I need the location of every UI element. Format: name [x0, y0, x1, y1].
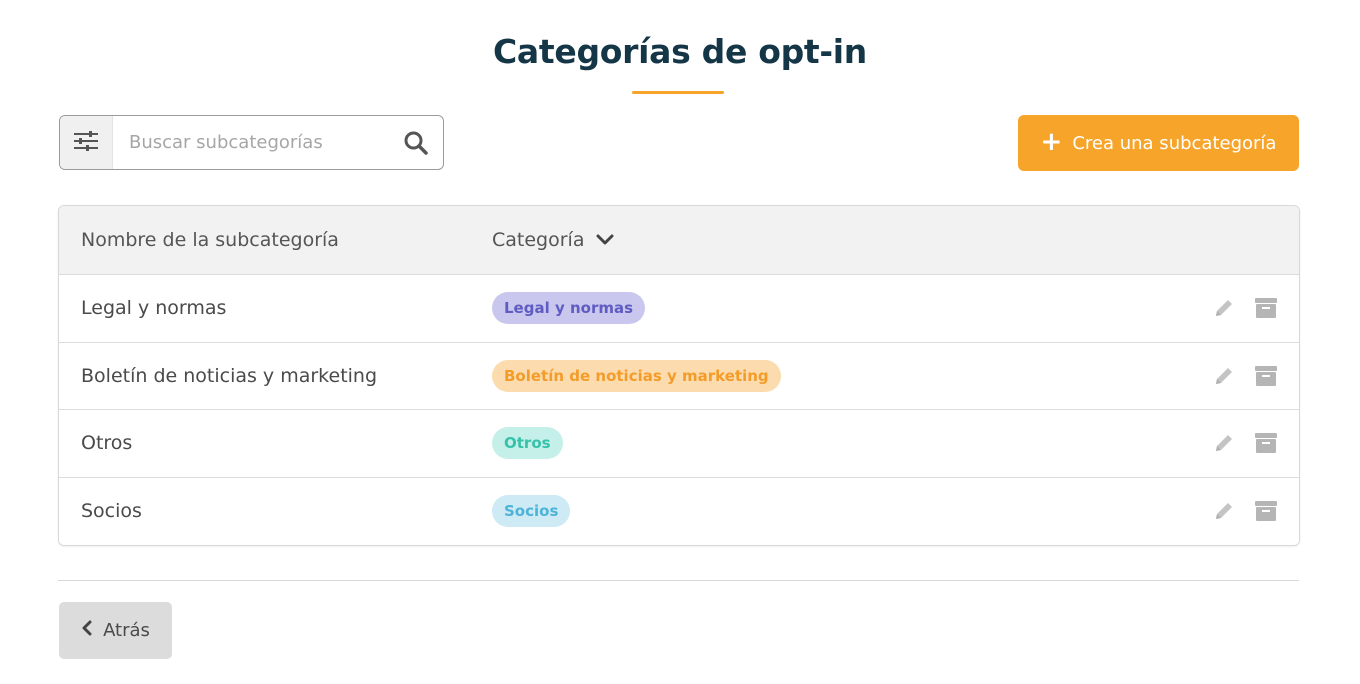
title-underline — [632, 91, 724, 94]
subcategories-table: Nombre de la subcategoría Categoría Lega… — [58, 205, 1300, 546]
archive-icon[interactable] — [1255, 365, 1277, 386]
pencil-icon[interactable] — [1213, 297, 1235, 319]
search-input[interactable] — [113, 116, 389, 169]
subcategory-name: Socios — [81, 500, 142, 523]
column-header-category[interactable]: Categoría — [492, 229, 1189, 251]
search-box — [59, 115, 444, 170]
category-badge: Legal y normas — [492, 292, 646, 325]
divider — [58, 580, 1299, 581]
subcategory-name: Otros — [81, 432, 133, 455]
table-row: Legal y normas Legal y normas — [59, 275, 1299, 343]
create-subcategory-label: Crea una subcategoría — [1072, 132, 1277, 154]
category-badge: Boletín de noticias y marketing — [492, 359, 781, 392]
archive-icon[interactable] — [1255, 501, 1277, 522]
archive-icon[interactable] — [1255, 298, 1277, 319]
page: Categorías de opt-in + — [0, 0, 1360, 684]
column-header-category-label: Categoría — [492, 229, 585, 251]
table-header: Nombre de la subcategoría Categoría — [59, 206, 1299, 275]
page-title: Categorías de opt-in — [493, 32, 867, 71]
archive-icon[interactable] — [1255, 433, 1277, 454]
sliders-icon — [73, 130, 99, 156]
plus-icon: + — [1040, 127, 1063, 157]
create-subcategory-button[interactable]: + Crea una subcategoría — [1018, 115, 1299, 171]
category-badge: Socios — [492, 495, 571, 528]
subcategory-name: Boletín de noticias y marketing — [81, 364, 378, 387]
subcategory-name: Legal y normas — [81, 297, 227, 320]
pencil-icon[interactable] — [1213, 500, 1235, 522]
table-row: Boletín de noticias y marketing Boletín … — [59, 342, 1299, 410]
table-row: Otros Otros — [59, 410, 1299, 478]
back-button[interactable]: Atrás — [59, 602, 172, 659]
back-label: Atrás — [103, 620, 150, 641]
search-icon[interactable] — [389, 116, 443, 169]
chevron-left-icon — [81, 620, 93, 641]
column-header-name: Nombre de la subcategoría — [81, 229, 339, 251]
pencil-icon[interactable] — [1213, 432, 1235, 454]
table-row: Socios Socios — [59, 477, 1299, 545]
category-badge: Otros — [492, 427, 563, 460]
filter-button[interactable] — [60, 116, 113, 169]
pencil-icon[interactable] — [1213, 365, 1235, 387]
chevron-down-icon — [596, 229, 614, 251]
